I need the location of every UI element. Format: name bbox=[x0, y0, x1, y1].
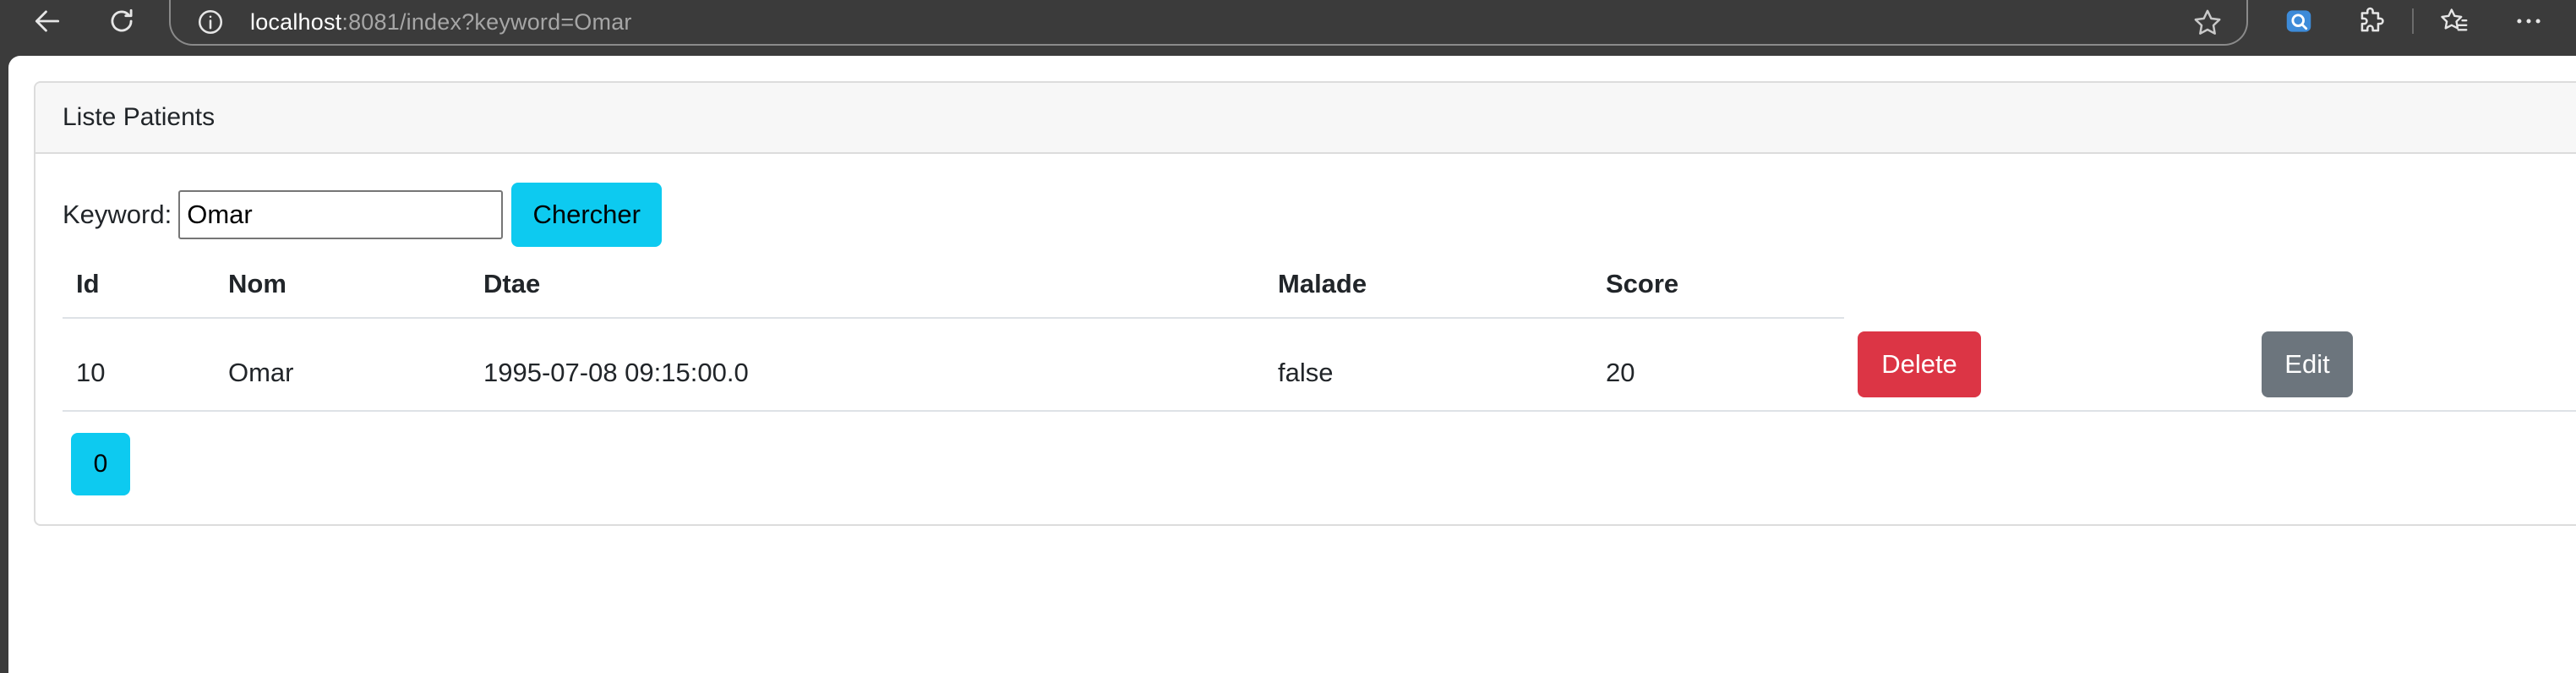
puzzle-icon bbox=[2360, 7, 2384, 32]
toolbar-divider bbox=[2412, 8, 2414, 34]
patients-table: Id Nom Dtae Malade Score 10 Omar 1995-07… bbox=[63, 250, 2576, 412]
column-header-malade: Malade bbox=[1264, 250, 1592, 319]
search-extension-icon bbox=[2286, 10, 2311, 32]
patients-card: Liste Patients Keyword: Chercher Id Nom … bbox=[34, 81, 2576, 526]
column-header-score: Score bbox=[1592, 250, 1844, 319]
cell-score: 20 bbox=[1592, 318, 1844, 412]
keyword-input[interactable] bbox=[178, 190, 504, 239]
url-text[interactable]: localhost:8081/index?keyword=Omar bbox=[250, 9, 632, 36]
edit-button[interactable]: Edit bbox=[2262, 331, 2353, 397]
cell-id: 10 bbox=[63, 318, 215, 412]
cell-delete: Delete bbox=[1844, 318, 2248, 412]
star-icon[interactable] bbox=[2191, 6, 2224, 40]
page-button-0[interactable]: 0 bbox=[71, 433, 130, 495]
cell-edit: Edit bbox=[2248, 318, 2576, 412]
card-body: Keyword: Chercher Id Nom Dtae Malade Sco… bbox=[35, 154, 2576, 524]
column-header-edit bbox=[2248, 250, 2576, 318]
table-row: 10 Omar 1995-07-08 09:15:00.0 false 20 D… bbox=[63, 318, 2576, 412]
table-header-row: Id Nom Dtae Malade Score bbox=[63, 250, 2576, 319]
card-title: Liste Patients bbox=[35, 83, 2576, 154]
more-icon bbox=[2517, 19, 2541, 24]
reload-icon bbox=[111, 8, 133, 32]
cell-malade: false bbox=[1264, 318, 1592, 412]
column-header-date: Dtae bbox=[470, 250, 1264, 319]
extensions-button[interactable] bbox=[2344, 0, 2399, 42]
favorites-button[interactable] bbox=[2427, 0, 2481, 42]
url-path: :8081/index?keyword=Omar bbox=[341, 8, 632, 35]
column-header-delete bbox=[1844, 250, 2248, 318]
column-header-id: Id bbox=[63, 250, 215, 319]
delete-button[interactable]: Delete bbox=[1858, 331, 1981, 397]
more-menu-button[interactable] bbox=[2502, 0, 2556, 42]
page-viewport: Liste Patients Keyword: Chercher Id Nom … bbox=[8, 56, 2576, 673]
favorites-icon bbox=[2441, 8, 2468, 31]
address-bar[interactable]: localhost:8081/index?keyword=Omar bbox=[169, 0, 2248, 46]
arrow-left-icon bbox=[35, 10, 60, 32]
info-icon[interactable] bbox=[196, 8, 225, 36]
cell-date: 1995-07-08 09:15:00.0 bbox=[470, 318, 1264, 412]
keyword-label: Keyword: bbox=[63, 200, 172, 229]
browser-toolbar: localhost:8081/index?keyword=Omar bbox=[0, 0, 2576, 46]
reload-button[interactable] bbox=[91, 0, 152, 42]
cell-nom: Omar bbox=[215, 318, 470, 412]
search-button[interactable]: Chercher bbox=[511, 183, 663, 247]
column-header-nom: Nom bbox=[215, 250, 470, 319]
back-button[interactable] bbox=[17, 0, 78, 42]
extension-button[interactable] bbox=[2272, 0, 2326, 42]
url-host: localhost bbox=[250, 8, 342, 35]
search-form: Keyword: Chercher bbox=[63, 183, 663, 247]
